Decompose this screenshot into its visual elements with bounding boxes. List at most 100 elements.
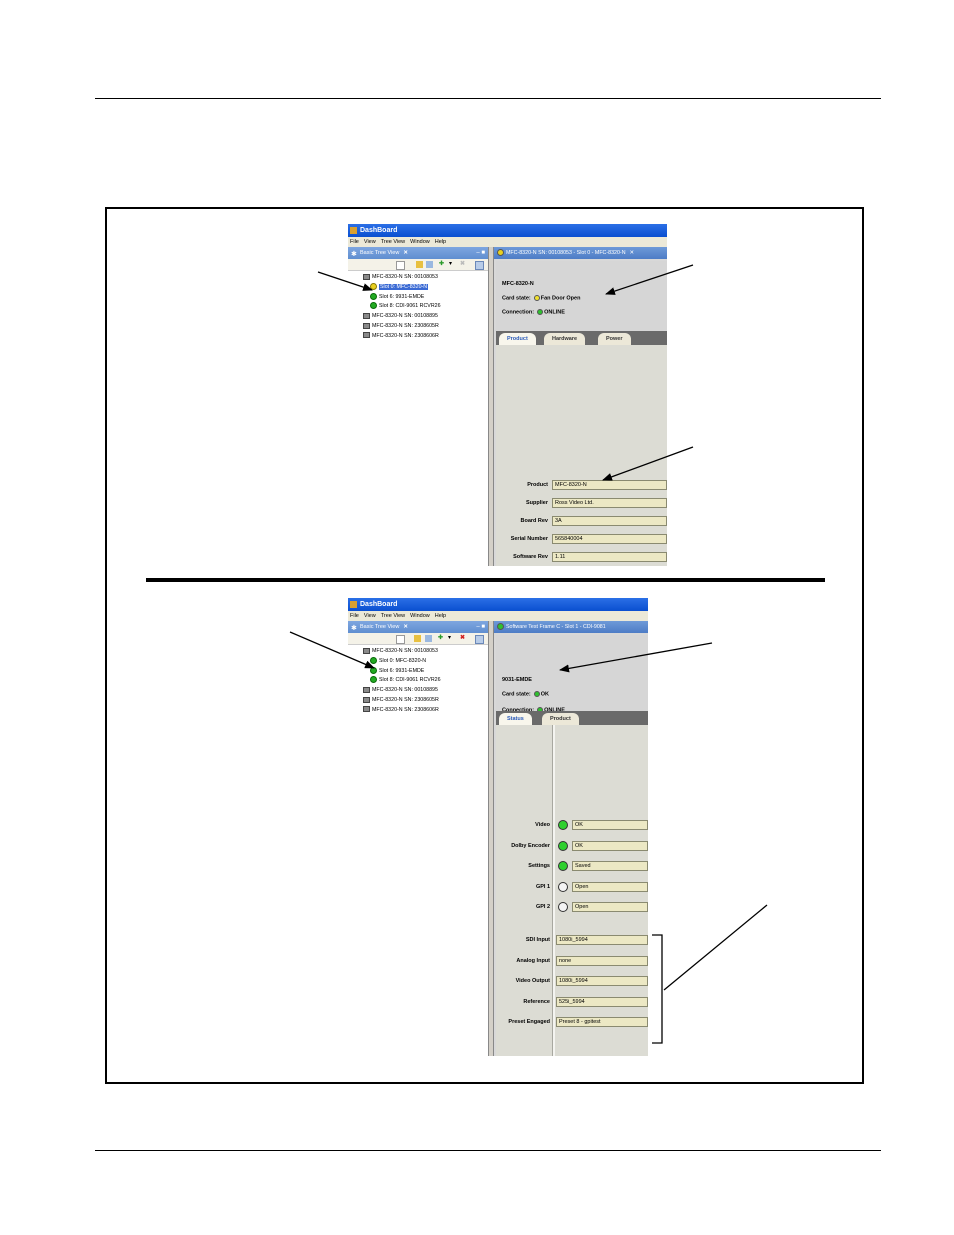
editor-tab[interactable]: MFC-8320-N SN: 00108053 - Slot 0 - MFC-8… (494, 247, 667, 259)
chevron-down-icon[interactable]: ▾ (446, 635, 453, 642)
menu-file[interactable]: File (350, 613, 359, 619)
menu-help[interactable]: Help (435, 239, 446, 245)
tree-item[interactable]: MFC-8320-N SN: 00108053 (350, 647, 441, 657)
minimize-icon[interactable]: – ■ (476, 621, 485, 633)
tab-hardware[interactable]: Hardware (544, 333, 586, 345)
view-tab-basic-tree[interactable]: ✱ Basic Tree View ✕ – ■ (348, 247, 488, 259)
status-led-green-icon (558, 820, 568, 830)
menu-tree-view[interactable]: Tree View (381, 239, 405, 245)
card-name: MFC-8320-N (502, 281, 534, 287)
field-value: Open (572, 902, 648, 912)
field-label: Supplier (525, 500, 548, 506)
card-state-label: Card state: (502, 295, 531, 302)
field-value: OK (572, 820, 648, 830)
status-green-icon (370, 292, 377, 300)
refresh-icon[interactable] (426, 261, 433, 268)
tab-product[interactable]: Product (499, 333, 536, 345)
tree-item[interactable]: MFC-8320-N SN: 00108053 (350, 273, 441, 283)
chassis-icon (363, 273, 370, 280)
tree-item[interactable]: MFC-8320-N SN: 00108895 (350, 686, 441, 696)
tree-toolbar: ✚ ▾ ✖ (348, 633, 488, 645)
field-value: Open (572, 881, 648, 892)
field-label: GPI 1 (535, 883, 550, 890)
tree-item[interactable]: Slot 0: MFC-8320-N (350, 656, 441, 667)
tree-item-label: Slot 6: 9931-EMDE (379, 293, 425, 300)
menu-window[interactable]: Window (410, 239, 430, 245)
status-yellow-icon (370, 282, 377, 290)
field-value: Ross Video Ltd. (552, 498, 667, 508)
close-icon[interactable]: ✕ (630, 250, 634, 256)
tree-item[interactable]: MFC-8320-N SN: 2308606R (350, 332, 441, 342)
chassis-icon (363, 696, 370, 703)
menu-tree-view[interactable]: Tree View (381, 613, 405, 619)
tree-item[interactable]: Slot 6: 9931-EMDE (350, 292, 441, 303)
add-icon[interactable]: ✚ (438, 261, 445, 268)
window-titlebar: DashBoard (348, 224, 667, 237)
status-led-off-icon (558, 881, 568, 892)
field-value: OK (572, 840, 648, 851)
folder-icon[interactable] (416, 261, 423, 268)
field-label: Software Rev (513, 554, 548, 560)
editor-tab[interactable]: Software Test Frame C - Slot 1 - CDI-908… (494, 621, 648, 633)
folder-icon[interactable] (414, 635, 421, 642)
tree-item-label: Slot 0: MFC-8320-N (379, 283, 429, 290)
field-label: Reference (523, 998, 550, 1005)
chassis-icon (363, 312, 370, 319)
tree-layout-icon[interactable] (475, 635, 484, 644)
view-tab-label: Basic Tree View (360, 624, 400, 630)
tree-item[interactable]: MFC-8320-N SN: 2308605R (350, 322, 441, 332)
view-tab-basic-tree[interactable]: ✱ Basic Tree View ✕ – ■ (348, 621, 488, 633)
gear-icon: ✱ (351, 625, 357, 633)
field-value: none (556, 955, 648, 966)
delete-icon[interactable]: ✖ (459, 261, 466, 268)
connection-row: Connection: ONLINE (502, 309, 565, 315)
field-value: 1080i_5994 (556, 935, 648, 945)
chassis-icon (363, 647, 370, 654)
close-icon[interactable]: ✕ (403, 624, 408, 630)
menu-bar: File View Tree View Window Help (348, 237, 667, 247)
tab-status[interactable]: Status (499, 713, 532, 725)
tab-product[interactable]: Product (542, 713, 579, 725)
chevron-down-icon[interactable]: ▾ (447, 261, 454, 268)
status-led-off-icon (558, 902, 568, 912)
refresh-icon[interactable] (425, 635, 432, 642)
menu-help[interactable]: Help (435, 613, 446, 619)
header-rule (95, 98, 881, 99)
tree-item-label: MFC-8320-N SN: 00108895 (372, 313, 438, 320)
tree-item-label: Slot 6: 9931-EMDE (379, 667, 425, 674)
page-icon[interactable] (396, 635, 405, 644)
tree-item[interactable]: Slot 0: MFC-8320-N (350, 282, 441, 293)
tree-item[interactable]: Slot 8: CDI-9061 RCVR26 (350, 302, 441, 312)
add-icon[interactable]: ✚ (437, 635, 444, 642)
delete-icon[interactable]: ✖ (459, 635, 466, 642)
menu-view[interactable]: View (364, 613, 376, 619)
status-green-icon (497, 623, 504, 631)
card-header: 9031-EMDE Card state:OK Connection:ONLIN… (496, 635, 648, 723)
tree-layout-icon[interactable] (475, 261, 484, 270)
menu-view[interactable]: View (364, 239, 376, 245)
card-state-value: OK (540, 691, 549, 698)
tree-item[interactable]: Slot 8: CDI-9061 RCVR26 (350, 676, 441, 686)
tree-item-label: MFC-8320-N SN: 00108895 (372, 687, 438, 694)
page-icon[interactable] (396, 261, 405, 270)
card-state-row: Card state: OK (502, 691, 549, 697)
close-icon[interactable]: ✕ (403, 250, 408, 256)
tree-item[interactable]: Slot 6: 9931-EMDE (350, 666, 441, 677)
chassis-icon (363, 706, 370, 713)
tree-item-label: Slot 8: CDI-9061 RCVR26 (379, 303, 441, 310)
field-label: SDI Input (525, 937, 550, 943)
menu-file[interactable]: File (350, 239, 359, 245)
tree-item[interactable]: MFC-8320-N SN: 2308605R (350, 696, 441, 706)
card-state-value: Fan Door Open (540, 295, 581, 302)
tree-toolbar: ✚ ▾ ✖ (348, 259, 488, 271)
field-label: Video Output (515, 978, 550, 984)
figure-divider (146, 578, 825, 582)
tree-item[interactable]: MFC-8320-N SN: 2308606R (350, 706, 441, 716)
menu-window[interactable]: Window (410, 613, 430, 619)
window-title: DashBoard (360, 601, 398, 608)
status-panel: Video OK Dolby Encoder OK Settings Saved GPI 1… (496, 725, 648, 1056)
gear-icon: ✱ (351, 251, 357, 259)
minimize-icon[interactable]: – ■ (476, 247, 485, 259)
tab-power[interactable]: Power (598, 333, 631, 345)
tree-item[interactable]: MFC-8320-N SN: 00108895 (350, 312, 441, 322)
